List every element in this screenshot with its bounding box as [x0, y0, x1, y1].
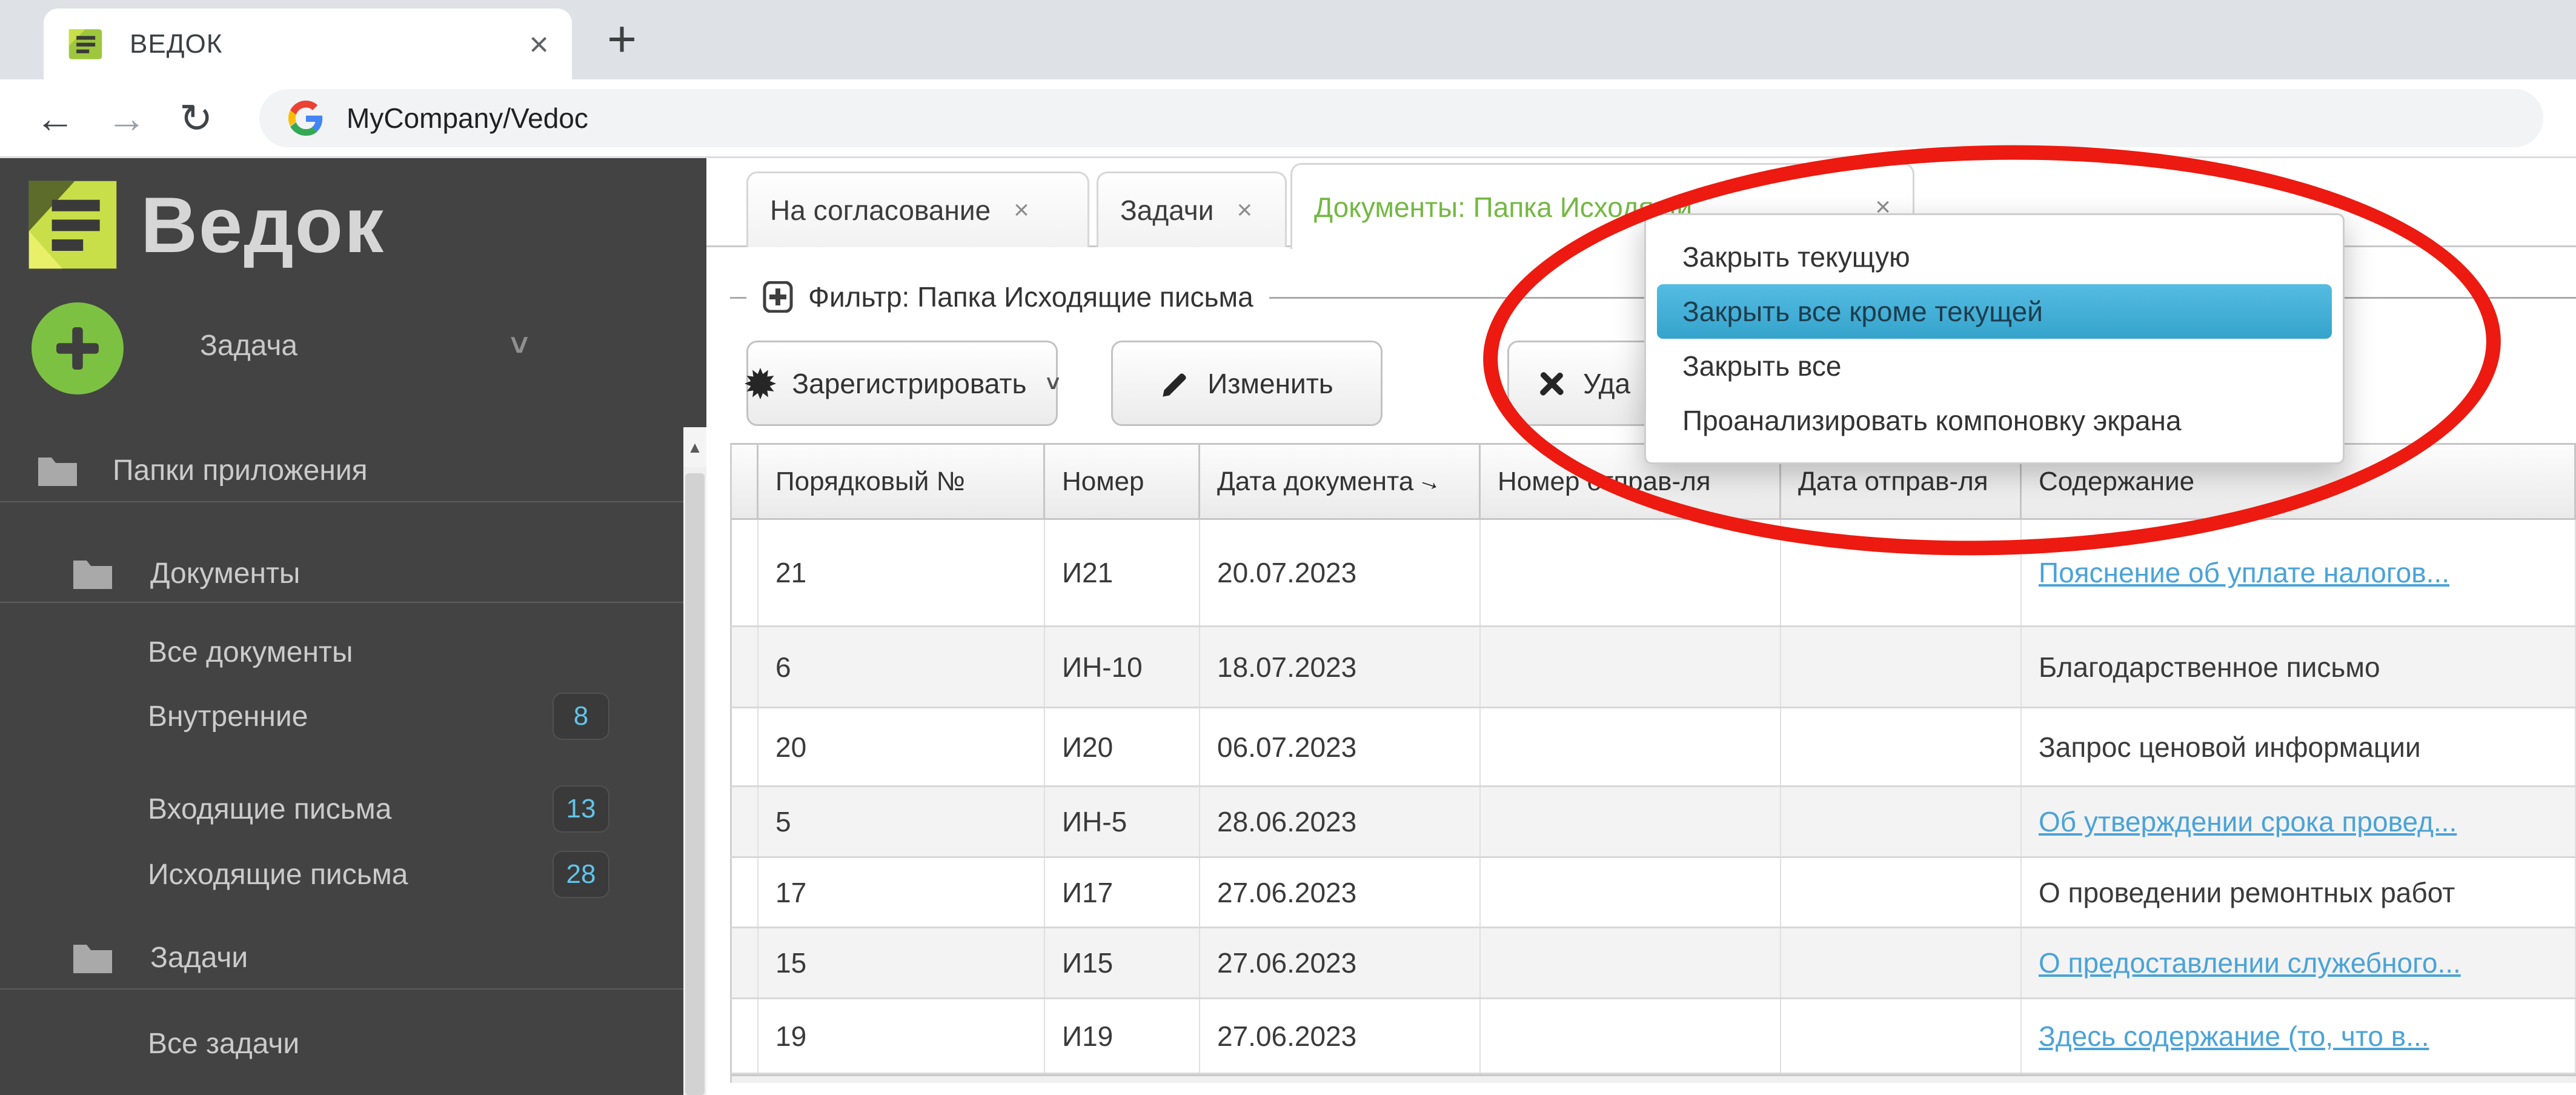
url-text[interactable]: MyCompany/Vedoc	[347, 102, 588, 135]
menu-item-close-all[interactable]: Закрыть все	[1657, 339, 2332, 393]
expand-filter-icon	[762, 281, 794, 313]
content-link[interactable]: Пояснение об уплате налогов...	[2039, 556, 2449, 589]
table-row[interactable]: 19 И19 27.06.2023 Здесь содержание (то, …	[730, 999, 2576, 1074]
count-badge: 8	[553, 693, 609, 740]
folder-icon	[71, 556, 114, 591]
count-badge: 28	[553, 851, 609, 898]
table-row[interactable]: 20 И20 06.07.2023 Запрос ценовой информа…	[730, 708, 2576, 787]
tab-close-icon[interactable]: ×	[1014, 195, 1029, 225]
sidebar-item-all-tasks[interactable]: Все задачи	[0, 1013, 683, 1074]
back-button[interactable]: ←	[35, 98, 75, 138]
folder-icon	[36, 453, 79, 488]
divider	[0, 988, 683, 990]
chevron-down-icon: >	[1040, 376, 1066, 390]
sidebar-item-internal[interactable]: Внутренние 8	[0, 685, 683, 747]
plus-icon	[52, 323, 103, 374]
table-row[interactable]: 17 И17 27.06.2023 О проведении ремонтных…	[730, 858, 2576, 928]
app-logo: Ведок	[21, 173, 385, 277]
browser-tab-close-icon[interactable]: ×	[529, 27, 549, 61]
column-header-number[interactable]: Номер	[1045, 445, 1200, 518]
divider	[0, 602, 683, 603]
add-task-button[interactable]	[32, 302, 124, 394]
tab-tasks[interactable]: Задачи ×	[1097, 171, 1287, 247]
sidebar-item-incoming-letters[interactable]: Входящие письма 13	[0, 778, 683, 840]
reload-button[interactable]: ↻	[179, 98, 213, 138]
browser-toolbar: ← → ↻ MyCompany/Vedoc	[0, 79, 2576, 158]
tab-close-icon[interactable]: ×	[1237, 195, 1252, 225]
forward-button[interactable]: →	[107, 98, 147, 138]
divider	[0, 501, 683, 502]
app-area: Ведок Задача > Папки приложения Документ	[0, 158, 2576, 1095]
content-link[interactable]: Здесь содержание (то, что в...	[2039, 1020, 2429, 1053]
sidebar-item-documents[interactable]: Документы	[0, 542, 683, 604]
table-row[interactable]: 15 И15 27.06.2023 О предоставлении служе…	[730, 928, 2576, 999]
stamp-icon	[745, 368, 776, 399]
x-icon	[1536, 368, 1567, 399]
next-row-sliver	[730, 1074, 2576, 1083]
browser-tab[interactable]: ВЕДОК ×	[44, 8, 572, 79]
table-row[interactable]: 21 И21 20.07.2023 Пояснение об уплате на…	[730, 520, 2576, 627]
main-content: На согласование × Задачи × Документы: Па…	[706, 158, 2576, 1095]
tab-context-menu: Закрыть текущую Закрыть все кроме текуще…	[1644, 213, 2345, 464]
new-tab-button[interactable]: +	[607, 13, 637, 64]
vedoc-favicon-icon	[67, 25, 104, 63]
edit-button[interactable]: Изменить	[1111, 341, 1383, 426]
register-button[interactable]: Зарегистрировать >	[746, 341, 1058, 426]
chevron-down-icon[interactable]: >	[501, 336, 537, 354]
menu-item-analyze-layout[interactable]: Проанализировать компоновку экрана	[1657, 393, 2332, 448]
sidebar-item-tasks[interactable]: Задачи	[0, 927, 683, 988]
content-text: Благодарственное письмо	[2022, 627, 2576, 707]
table-body: 21 И21 20.07.2023 Пояснение об уплате на…	[730, 520, 2576, 1083]
content-link[interactable]: Об утверждении срока провед...	[2039, 805, 2457, 838]
table-row[interactable]: 5 ИН-5 28.06.2023 Об утверждении срока п…	[730, 787, 2576, 858]
browser-tab-strip: ВЕДОК × +	[0, 0, 2576, 79]
app-logo-text: Ведок	[141, 179, 385, 270]
sidebar-item-outgoing-letters[interactable]: Исходящие письма 28	[0, 844, 683, 905]
filter-legend[interactable]: Фильтр: Папка Исходящие письма	[746, 276, 1269, 318]
scroll-up-button[interactable]: ▲	[683, 427, 706, 467]
task-dropdown-label[interactable]: Задача	[200, 329, 297, 362]
content-text: Запрос ценовой информации	[2022, 708, 2576, 785]
scrollbar-thumb[interactable]	[685, 473, 705, 1095]
column-header-doc-date[interactable]: Дата документа→	[1200, 445, 1481, 518]
content-link[interactable]: О предоставлении служебного...	[2039, 947, 2461, 979]
sidebar-scrollbar[interactable]: ▲	[683, 427, 706, 1095]
screen: ВЕДОК × + ← → ↻ MyCompany/Vedoc	[0, 0, 2576, 1095]
menu-item-close-all-except-current[interactable]: Закрыть все кроме текущей	[1657, 284, 2332, 339]
content-text: О проведении ремонтных работ	[2022, 858, 2576, 927]
documents-table: Порядковый № Номер Дата документа→ Номер…	[730, 443, 2576, 1083]
filter-label: Фильтр: Папка Исходящие письма	[808, 281, 1253, 313]
sort-arrow-icon: →	[1415, 465, 1446, 498]
table-row[interactable]: 6 ИН-10 18.07.2023 Благодарственное пись…	[730, 627, 2576, 708]
folder-icon	[71, 940, 114, 975]
browser-tab-title: ВЕДОК	[130, 29, 222, 59]
row-gutter-header	[732, 445, 759, 518]
tab-for-approval[interactable]: На согласование ×	[746, 171, 1089, 247]
column-header-seq[interactable]: Порядковый №	[759, 445, 1045, 518]
google-icon	[288, 101, 324, 136]
address-bar[interactable]: MyCompany/Vedoc	[259, 89, 2543, 147]
pencil-icon	[1160, 368, 1192, 399]
vedoc-logo-icon	[21, 173, 125, 277]
sidebar-item-app-folders[interactable]: Папки приложения	[0, 439, 683, 501]
menu-item-close-current[interactable]: Закрыть текущую	[1657, 230, 2332, 284]
sidebar-item-all-documents[interactable]: Все документы	[0, 621, 683, 683]
count-badge: 13	[553, 785, 609, 833]
sidebar: Ведок Задача > Папки приложения Документ	[0, 158, 706, 1095]
